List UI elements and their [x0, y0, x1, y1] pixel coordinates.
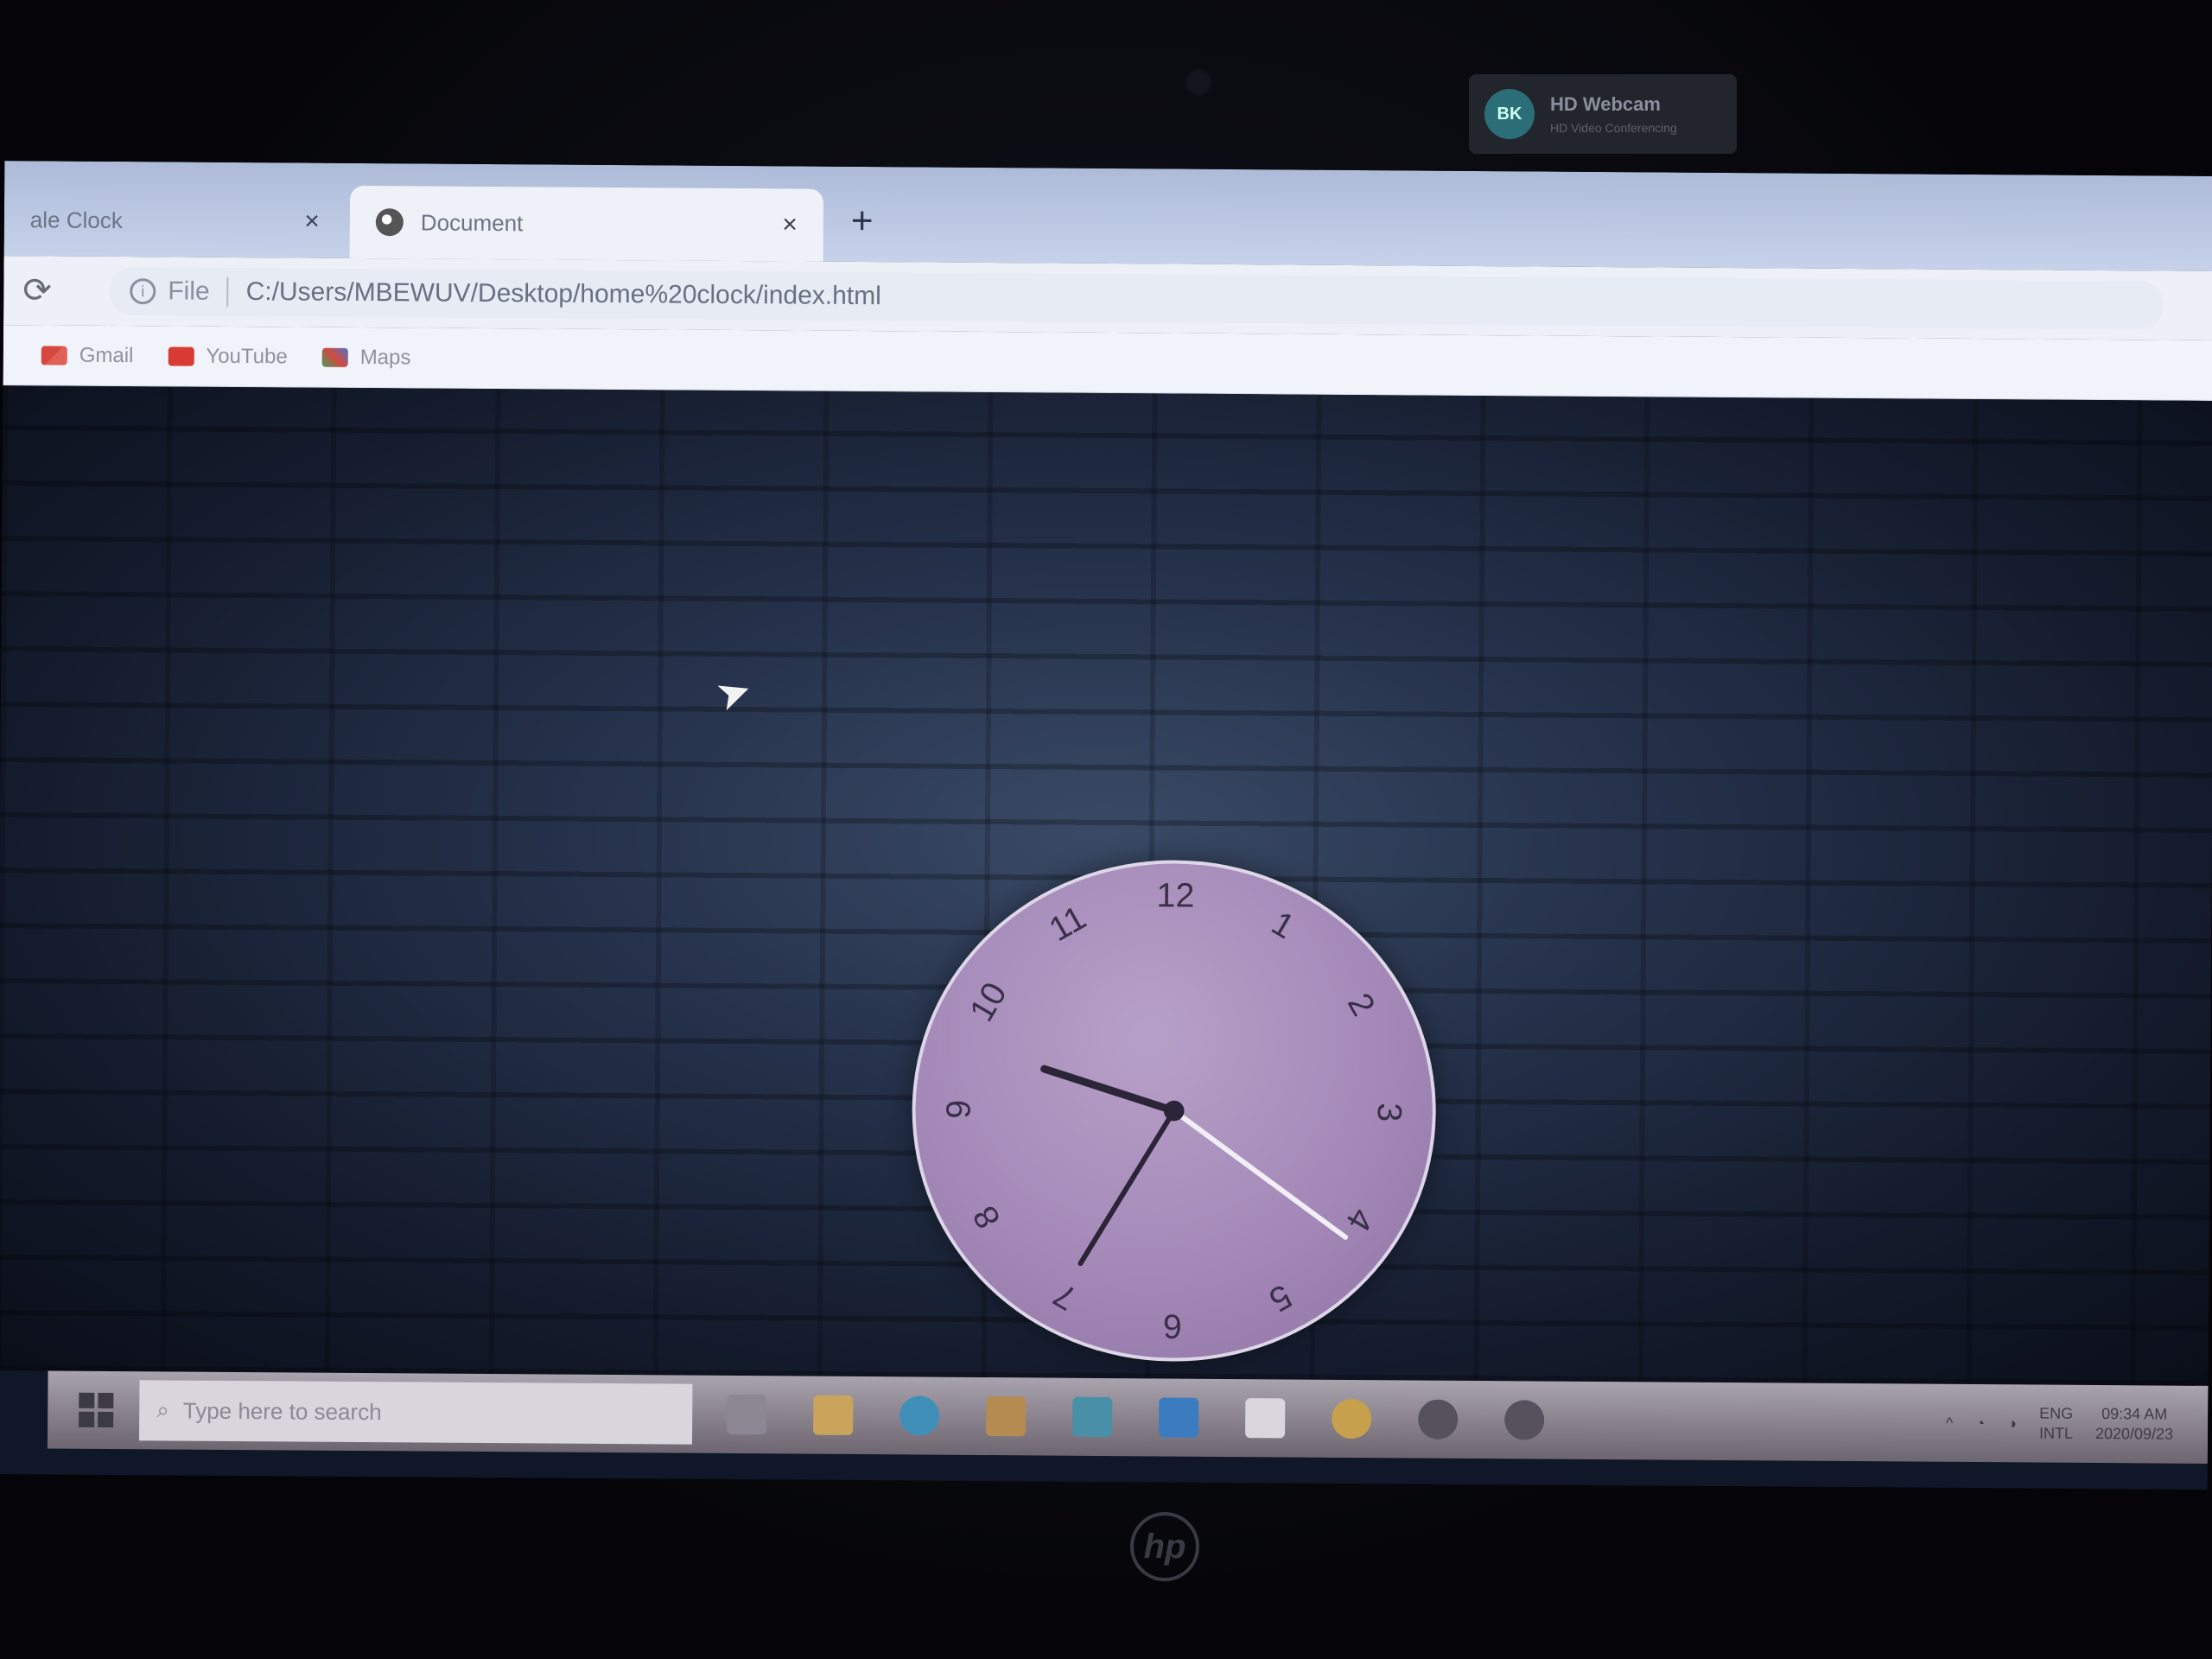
language-code: ENG [2039, 1404, 2074, 1422]
tray-clock[interactable]: 09:34 AM 2020/09/23 [2095, 1404, 2173, 1445]
taskbar-search[interactable]: ⌕ Type here to search [139, 1380, 693, 1445]
maps-icon [321, 347, 348, 367]
new-tab-button[interactable]: + [851, 200, 874, 243]
tab-strip: ale Clock × Document × + [3, 161, 2212, 271]
tray-date: 2020/09/23 [2094, 1425, 2174, 1443]
chrome-icon[interactable] [1332, 1398, 1372, 1440]
bookmark-youtube[interactable]: YouTube [168, 344, 288, 369]
clock-numeral: 3 [1370, 1103, 1408, 1122]
bookmark-label: YouTube [206, 344, 288, 368]
bookmark-gmail[interactable]: Gmail [41, 343, 134, 368]
webcam-title: HD Webcam [1550, 93, 1661, 115]
url-scheme: File [168, 276, 210, 306]
info-icon[interactable]: i [130, 278, 156, 305]
tab-document[interactable]: Document × [349, 185, 824, 262]
url-divider [226, 276, 229, 307]
clock-numeral: 11 [1043, 899, 1092, 949]
tray-time: 09:34 AM [2101, 1404, 2168, 1423]
file-explorer-icon[interactable] [813, 1395, 854, 1435]
taskbar: ⌕ Type here to search ^ ◔ ◑ ENG INTL 09:… [47, 1370, 2209, 1464]
clock-numeral: 2 [1340, 987, 1382, 1022]
tab-title: ale Clock [29, 206, 123, 233]
second-hand [1171, 1108, 1349, 1240]
task-view-icon[interactable] [727, 1394, 767, 1435]
clock-numeral: 10 [963, 976, 1014, 1027]
bookmark-label: Gmail [79, 343, 134, 367]
settings-gear-icon[interactable] [1504, 1400, 1545, 1440]
clock-numeral: 6 [1163, 1307, 1182, 1345]
clock-numeral: 12 [1156, 876, 1194, 914]
close-icon[interactable]: × [304, 207, 320, 237]
bookmark-maps[interactable]: Maps [321, 345, 411, 370]
store-icon[interactable] [986, 1396, 1027, 1437]
screen: ale Clock × Document × + ⟳ i File C:/Use… [0, 161, 2212, 1490]
close-icon[interactable]: × [782, 210, 798, 239]
system-tray: ^ ◔ ◑ ENG INTL 09:34 AM 2020/09/23 [1946, 1402, 2174, 1445]
webcam-notification: BK HD Webcam HD Video Conferencing [1469, 74, 1737, 154]
hp-logo: hp [1130, 1512, 1199, 1581]
clock-numeral: 4 [1338, 1202, 1381, 1237]
clock-face: 121234567891011 [939, 876, 1408, 1345]
vscode-icon[interactable] [1159, 1397, 1199, 1438]
language-indicator[interactable]: ENG INTL [2039, 1403, 2073, 1444]
clock-numeral: 7 [1047, 1275, 1083, 1318]
search-icon: ⌕ [156, 1396, 169, 1423]
mouse-cursor-icon: ➤ [709, 665, 759, 721]
url-text[interactable]: C:/Users/MBEWUV/Desktop/home%20clock/ind… [246, 277, 881, 311]
clock-numeral: 9 [939, 1100, 977, 1119]
tab-title: Document [420, 208, 524, 236]
edge-icon[interactable] [899, 1395, 940, 1436]
address-bar[interactable]: i File C:/Users/MBEWUV/Desktop/home%20cl… [109, 266, 2164, 330]
bookmark-label: Maps [359, 345, 411, 369]
tab-clock[interactable]: ale Clock × [4, 183, 346, 258]
minute-hand [1077, 1108, 1177, 1267]
webcam-lens [1184, 67, 1213, 97]
clock-numeral: 8 [966, 1199, 1008, 1235]
clock-numeral: 1 [1265, 904, 1300, 946]
notepad-icon[interactable] [1245, 1398, 1286, 1439]
webcam-logo-icon: BK [1484, 89, 1535, 139]
hour-hand [1040, 1065, 1179, 1115]
keyboard-layout: INTL [2038, 1424, 2074, 1442]
volume-icon[interactable]: ◑ [2007, 1414, 2017, 1433]
clock-center-pin [1163, 1100, 1185, 1122]
youtube-icon [168, 346, 194, 366]
page-content: ➤ 12 1 2 3 4 5 6 7 8 9 10 11 [0, 385, 2212, 1386]
network-icon[interactable]: ◔ [1975, 1414, 1985, 1433]
windows-start-icon[interactable] [79, 1392, 114, 1427]
globe-icon [375, 208, 404, 237]
search-placeholder: Type here to search [182, 1397, 382, 1425]
analog-clock: 12 1 2 3 4 5 6 7 8 9 10 11 [910, 858, 1438, 1363]
media-icon[interactable] [1418, 1399, 1459, 1440]
chevron-up-icon[interactable]: ^ [1946, 1414, 1954, 1432]
reload-icon[interactable]: ⟳ [22, 270, 74, 310]
clock-numeral: 5 [1262, 1277, 1298, 1319]
gmail-icon [41, 345, 67, 365]
mail-icon[interactable] [1072, 1396, 1113, 1438]
webcam-subtitle: HD Video Conferencing [1550, 121, 1677, 135]
